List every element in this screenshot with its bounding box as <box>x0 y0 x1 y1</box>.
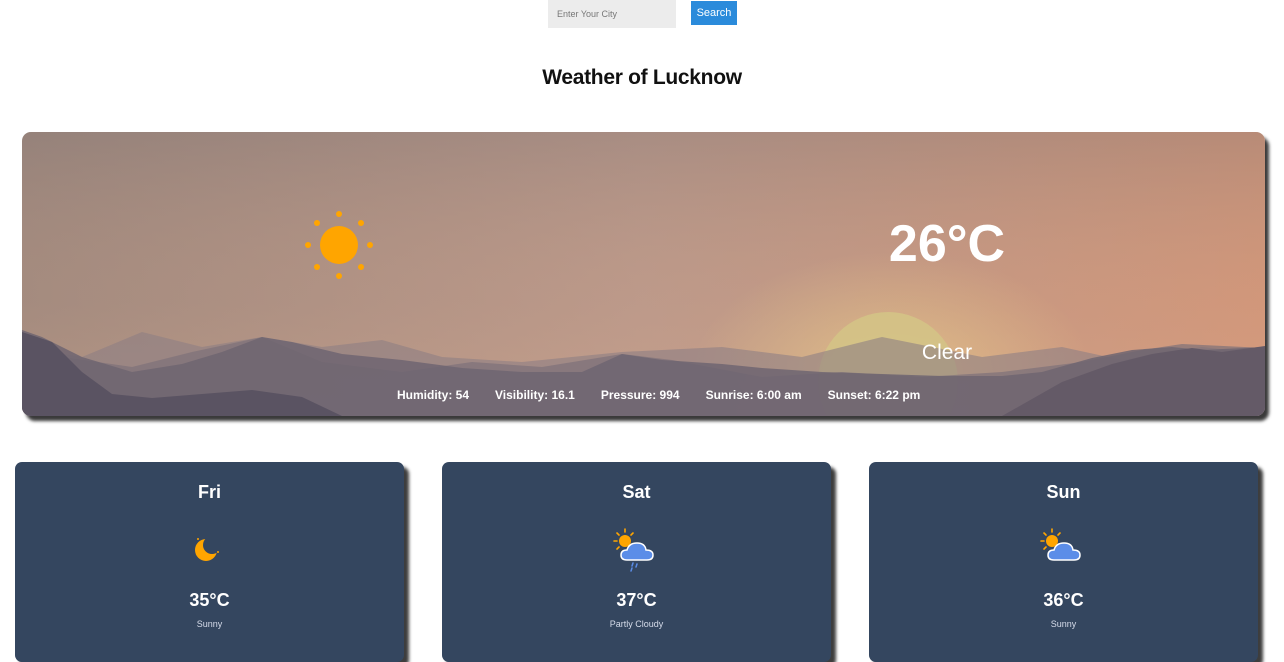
moon-icon <box>195 536 221 561</box>
pressure-stat: Pressure: 994 <box>600 388 680 402</box>
page-title: Weather of Lucknow <box>542 66 742 89</box>
forecast-day: Fri <box>197 482 221 502</box>
sun-cloud-icon <box>1040 528 1081 561</box>
forecast-card-fri: Fri 35°C Sunny <box>15 462 404 662</box>
sunset-mountains-background <box>22 132 1265 416</box>
sunset-stat: Sunset: 6:22 pm <box>827 388 921 402</box>
humidity-stat: Humidity: 54 <box>397 388 470 402</box>
current-weather-panel: 26°C Clear Humidity: 54 Visibility: 16.1… <box>22 132 1265 416</box>
sun-icon <box>305 211 373 279</box>
forecast-card-sat: Sat 37°C Partly Cloudy <box>442 462 831 662</box>
search-button[interactable]: Search <box>691 1 737 25</box>
forecast-day: Sat <box>622 482 651 502</box>
sunrise-stat: Sunrise: 6:00 am <box>705 388 802 402</box>
search-bar: Search <box>548 0 737 28</box>
weather-stats: Humidity: 54 Visibility: 16.1 Pressure: … <box>397 388 920 402</box>
forecast-temperature: 37°C <box>616 590 657 610</box>
forecast-description: Sunny <box>196 619 223 629</box>
forecast-description: Sunny <box>1050 619 1077 629</box>
sun-cloud-rain-icon <box>613 528 654 572</box>
forecast-description: Partly Cloudy <box>609 619 664 629</box>
current-temperature: 26°C <box>888 215 1006 273</box>
forecast-card-sun: Sun 36°C Sunny <box>869 462 1258 662</box>
current-condition: Clear <box>921 341 973 364</box>
forecast-temperature: 35°C <box>189 590 230 610</box>
visibility-stat: Visibility: 16.1 <box>495 388 575 402</box>
forecast-temperature: 36°C <box>1043 590 1084 610</box>
forecast-day: Sun <box>1046 482 1081 502</box>
city-search-input[interactable] <box>548 0 676 28</box>
